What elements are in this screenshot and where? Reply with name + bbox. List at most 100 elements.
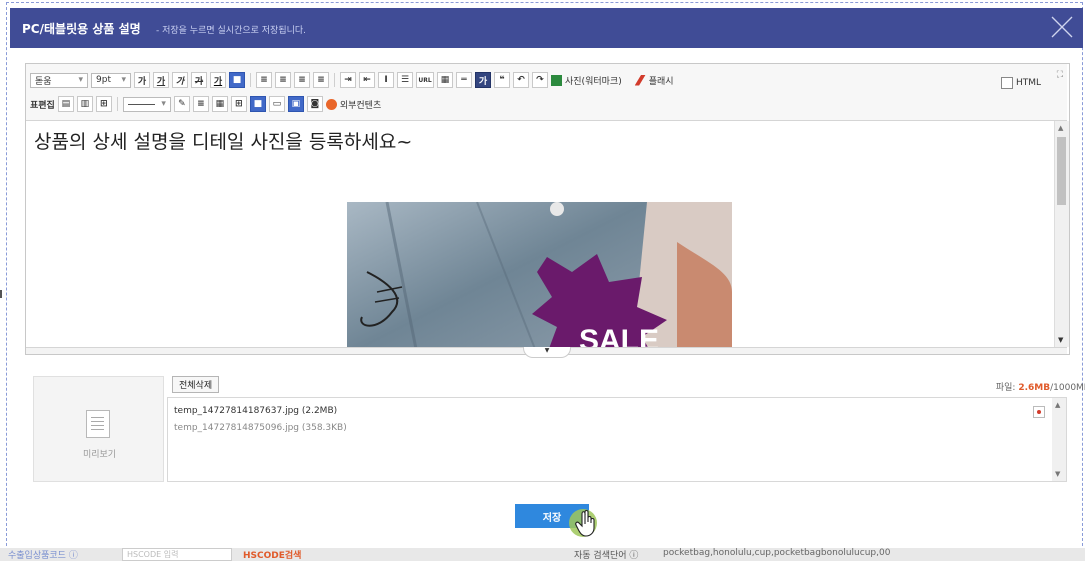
strike-button[interactable]: 가 xyxy=(191,72,207,88)
auto-keyword-label: 자동 검색단어 ⓘ xyxy=(574,551,639,561)
align-icon: ≡ xyxy=(197,99,205,109)
font-size-select[interactable]: 9pt ▾ xyxy=(91,72,131,88)
media-button[interactable]: ◙ xyxy=(306,96,323,112)
media-icon: ◙ xyxy=(310,99,320,109)
cell-color-button[interactable]: ■ xyxy=(249,96,266,112)
underline-button[interactable]: 가 xyxy=(153,72,169,88)
special-char-button[interactable]: 가 xyxy=(475,72,491,88)
editor-resize-bar[interactable]: ▼ xyxy=(26,347,1067,358)
hscode-label: 수출입상품코드 ⓘ xyxy=(8,551,78,561)
hr-button[interactable]: ═ xyxy=(456,72,472,88)
table-insert-col-button[interactable]: ▥ xyxy=(76,96,93,112)
modal-title: PC/태블릿용 상품 설명 xyxy=(22,22,141,36)
table-merge-button[interactable]: ⊞ xyxy=(95,96,112,112)
sale-text: SALE xyxy=(579,324,659,347)
align-right-button[interactable]: ≡ xyxy=(294,72,310,88)
grid-icon: ⊞ xyxy=(235,99,243,109)
hand-cursor-icon xyxy=(569,509,597,537)
external-content-icon xyxy=(325,98,337,110)
undo-icon: ↶ xyxy=(517,75,525,85)
expand-icon[interactable]: ⛶ xyxy=(1057,70,1063,80)
table-icon: ▦ xyxy=(440,75,450,85)
list-icon: ☰ xyxy=(400,75,410,85)
file-delete-button[interactable] xyxy=(1033,406,1045,418)
file-item[interactable]: temp_14727814875096.jpg (358.3KB) xyxy=(174,423,347,433)
align-right-icon: ≡ xyxy=(298,75,306,85)
indent-button[interactable]: ⇥ xyxy=(340,72,356,88)
quote-button[interactable]: ❝ xyxy=(494,72,510,88)
bottom-bar: 수출입상품코드 ⓘ HSCODE 입력 HSCODE검색 자동 검색단어 ⓘ p… xyxy=(0,548,1085,561)
delete-all-button[interactable]: 전체삭제 xyxy=(172,376,220,393)
bg-color-button[interactable]: ■ xyxy=(229,72,245,88)
table-insert-row-button[interactable]: ▤ xyxy=(57,96,74,112)
document-icon xyxy=(86,410,110,438)
line-height-button[interactable]: I xyxy=(378,72,394,88)
list-button[interactable]: ☰ xyxy=(397,72,413,88)
font-family-value: 돋움 xyxy=(35,76,52,87)
attachment-panel: 미리보기 전체삭제 파일: 2.6MB/1000MB temp_14727814… xyxy=(33,370,1085,482)
table-grid-button[interactable]: ⊞ xyxy=(230,96,247,112)
cell-color-icon: ■ xyxy=(253,99,263,109)
checkbox-icon xyxy=(1000,77,1013,89)
url-button[interactable]: URL xyxy=(416,72,434,88)
flash-label: 플래시 xyxy=(648,76,674,87)
rich-text-editor: 돋움 ▾ 9pt ▾ 가 가 가 가 가 ■ ≡ ≡ ≡ ≡ ⇥ ⇤ I ☰ URL… xyxy=(25,63,1070,358)
table-edit-text: 표편집 xyxy=(30,100,55,111)
align-justify-button[interactable]: ≡ xyxy=(313,72,329,88)
scroll-down-icon[interactable]: ▼ xyxy=(1055,470,1060,478)
bold-icon: 가 xyxy=(137,76,147,87)
outdent-icon: ⇤ xyxy=(363,75,371,85)
table-edit-label: 표편집 xyxy=(30,98,55,111)
line-style-icon xyxy=(127,103,156,105)
file-quota: 파일: 2.6MB/1000MB xyxy=(996,380,1085,393)
cell-bg-icon: ▭ xyxy=(272,99,282,109)
table-split-button[interactable]: ▦ xyxy=(211,96,228,112)
redo-button[interactable]: ↷ xyxy=(532,72,548,88)
preview-box: 미리보기 xyxy=(33,376,164,482)
scroll-up-icon[interactable]: ▲ xyxy=(1055,401,1060,409)
italic-button[interactable]: 가 xyxy=(172,72,188,88)
align-center-button[interactable]: ≡ xyxy=(275,72,291,88)
editor-toolbar: 돋움 ▾ 9pt ▾ 가 가 가 가 가 ■ ≡ ≡ ≡ ≡ ⇥ ⇤ I ☰ URL… xyxy=(26,64,1067,121)
flash-button[interactable]: 플래시 xyxy=(634,74,674,87)
table-button[interactable]: ▦ xyxy=(437,72,453,88)
align-left-icon: ≡ xyxy=(260,75,268,85)
outdent-button[interactable]: ⇤ xyxy=(359,72,375,88)
pen-icon: ✎ xyxy=(178,99,186,109)
font-color-button[interactable]: 가 xyxy=(210,72,226,88)
resize-handle[interactable]: ▼ xyxy=(523,347,571,358)
file-list-scrollbar[interactable]: ▲ ▼ xyxy=(1052,398,1066,481)
undo-button[interactable]: ↶ xyxy=(513,72,529,88)
strike-icon: 가 xyxy=(194,76,204,87)
close-icon[interactable] xyxy=(1049,14,1075,40)
photo-watermark-button[interactable]: 사진(워터마크) xyxy=(551,74,622,87)
delete-all-label: 전체삭제 xyxy=(179,381,213,391)
font-family-select[interactable]: 돋움 ▾ xyxy=(30,72,88,88)
file-item[interactable]: temp_14727814187637.jpg (2.2MB) xyxy=(174,406,337,416)
hr-icon: ═ xyxy=(461,75,467,85)
scroll-thumb[interactable] xyxy=(1057,137,1066,205)
border-color-button[interactable]: ✎ xyxy=(173,96,190,112)
align-justify-icon: ≡ xyxy=(317,75,325,85)
editor-content[interactable]: 상품의 상세 설명을 디테일 사진을 등록하세요~ SALE xyxy=(26,121,1053,347)
font-size-value: 9pt xyxy=(96,75,111,85)
bold-button[interactable]: 가 xyxy=(134,72,150,88)
border-style-select[interactable]: ▾ xyxy=(122,96,171,112)
external-content-button[interactable]: 외부컨텐츠 xyxy=(325,98,381,111)
scroll-down-icon[interactable]: ▼ xyxy=(1058,336,1063,344)
hscode-search-link[interactable]: HSCODE검색 xyxy=(243,548,301,561)
editor-scrollbar[interactable]: ▲ ▼ xyxy=(1054,121,1069,347)
hscode-input[interactable]: HSCODE 입력 xyxy=(122,548,232,561)
cell-bg-button[interactable]: ▭ xyxy=(268,96,285,112)
align-center-icon: ≡ xyxy=(279,75,287,85)
image-button[interactable]: ▣ xyxy=(287,96,304,112)
html-mode-toggle[interactable]: HTML xyxy=(1000,77,1041,89)
scroll-up-icon[interactable]: ▲ xyxy=(1058,124,1063,132)
preview-label: 미리보기 xyxy=(82,450,117,460)
table-align-button[interactable]: ≡ xyxy=(192,96,209,112)
flash-icon xyxy=(634,74,646,86)
divider xyxy=(250,73,251,87)
align-left-button[interactable]: ≡ xyxy=(256,72,272,88)
photo-icon xyxy=(551,74,562,86)
special-char-icon: 가 xyxy=(478,76,488,87)
